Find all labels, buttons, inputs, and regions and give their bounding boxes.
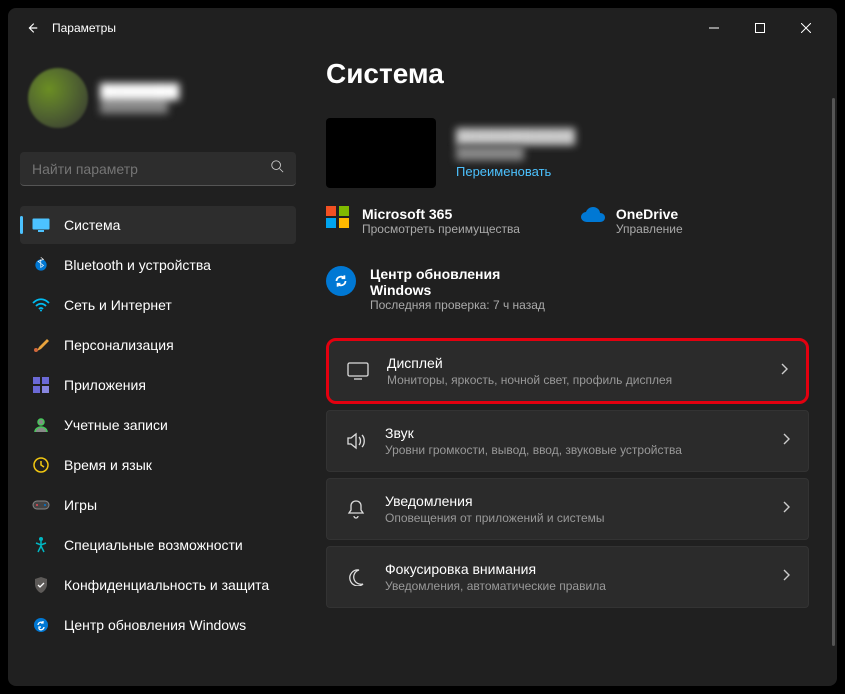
sidebar-item-apps[interactable]: Приложения [20, 366, 296, 404]
sidebar-item-accessibility[interactable]: Специальные возможности [20, 526, 296, 564]
profile-email: ████████ [100, 99, 179, 113]
bluetooth-icon [32, 256, 50, 274]
sidebar-item-windows-update[interactable]: Центр обновления Windows [20, 606, 296, 644]
promo-onedrive[interactable]: OneDrive Управление [580, 206, 683, 236]
sidebar-item-bluetooth[interactable]: Bluetooth и устройства [20, 246, 296, 284]
shield-icon [32, 576, 50, 594]
page-title: Система [326, 58, 809, 90]
card-notifications[interactable]: Уведомления Оповещения от приложений и с… [326, 478, 809, 540]
profile-block[interactable]: ████████ ████████ [20, 48, 296, 152]
card-sub: Уровни громкости, вывод, ввод, звуковые … [385, 443, 764, 457]
promo-title: Microsoft 365 [362, 206, 520, 222]
windows-update-block[interactable]: Центр обновления Windows Последняя прове… [326, 266, 809, 312]
card-sound[interactable]: Звук Уровни громкости, вывод, ввод, звук… [326, 410, 809, 472]
promo-title: OneDrive [616, 206, 683, 222]
promo-sub: Просмотреть преимущества [362, 222, 520, 236]
card-sub: Оповещения от приложений и системы [385, 511, 764, 525]
sidebar-item-label: Приложения [64, 377, 146, 393]
card-title: Дисплей [387, 355, 762, 371]
maximize-button[interactable] [737, 12, 783, 44]
sidebar-item-network[interactable]: Сеть и Интернет [20, 286, 296, 324]
sidebar-item-label: Конфиденциальность и защита [64, 577, 269, 593]
monitor-icon [347, 360, 369, 382]
back-button[interactable] [16, 12, 48, 44]
sidebar-item-label: Центр обновления Windows [64, 617, 246, 633]
nav: Система Bluetooth и устройства Сеть и Ин… [20, 206, 296, 644]
card-sub: Уведомления, автоматические правила [385, 579, 764, 593]
moon-icon [345, 566, 367, 588]
chevron-right-icon [780, 362, 788, 380]
sidebar: ████████ ████████ Система Bluetooth и ус… [8, 48, 308, 686]
device-thumbnail [326, 118, 436, 188]
sidebar-item-label: Время и язык [64, 457, 152, 473]
sidebar-item-system[interactable]: Система [20, 206, 296, 244]
sidebar-item-label: Сеть и Интернет [64, 297, 172, 313]
sidebar-item-label: Учетные записи [64, 417, 168, 433]
sidebar-item-gaming[interactable]: Игры [20, 486, 296, 524]
microsoft-logo-icon [326, 206, 350, 230]
accessibility-icon [32, 536, 50, 554]
sidebar-item-label: Игры [64, 497, 97, 513]
sidebar-item-time-language[interactable]: Время и язык [20, 446, 296, 484]
clock-globe-icon [32, 456, 50, 474]
wifi-icon [32, 296, 50, 314]
card-title: Уведомления [385, 493, 764, 509]
card-title: Фокусировка внимания [385, 561, 764, 577]
minimize-button[interactable] [691, 12, 737, 44]
scrollbar[interactable] [832, 98, 835, 646]
promo-m365[interactable]: Microsoft 365 Просмотреть преимущества [326, 206, 520, 236]
close-button[interactable] [783, 12, 829, 44]
person-icon [32, 416, 50, 434]
search-input[interactable] [32, 161, 270, 177]
device-model: ████████ [456, 146, 575, 160]
settings-window: Параметры ████████ ████████ [8, 8, 837, 686]
device-name: ████████████ [456, 128, 575, 144]
update-title: Центр обновления Windows [370, 266, 540, 298]
close-icon [801, 23, 811, 33]
sidebar-item-label: Персонализация [64, 337, 174, 353]
bell-icon [345, 498, 367, 520]
sidebar-item-personalization[interactable]: Персонализация [20, 326, 296, 364]
profile-name: ████████ [100, 83, 179, 99]
onedrive-icon [580, 206, 604, 230]
display-icon [32, 216, 50, 234]
titlebar: Параметры [8, 8, 837, 48]
apps-icon [32, 376, 50, 394]
card-sub: Мониторы, яркость, ночной свет, профиль … [387, 373, 762, 387]
avatar [28, 68, 88, 128]
chevron-right-icon [782, 568, 790, 586]
chevron-right-icon [782, 500, 790, 518]
card-focus-assist[interactable]: Фокусировка внимания Уведомления, автома… [326, 546, 809, 608]
minimize-icon [709, 23, 719, 33]
device-block: ████████████ ████████ Переименовать [326, 118, 809, 188]
update-icon [32, 616, 50, 634]
arrow-left-icon [25, 21, 39, 35]
window-title: Параметры [52, 21, 116, 35]
card-title: Звук [385, 425, 764, 441]
search-icon [270, 159, 284, 178]
update-sub: Последняя проверка: 7 ч назад [370, 298, 545, 312]
sidebar-item-privacy[interactable]: Конфиденциальность и защита [20, 566, 296, 604]
brush-icon [32, 336, 50, 354]
search-box[interactable] [20, 152, 296, 186]
sidebar-item-accounts[interactable]: Учетные записи [20, 406, 296, 444]
maximize-icon [755, 23, 765, 33]
sound-icon [345, 430, 367, 452]
gamepad-icon [32, 496, 50, 514]
card-display[interactable]: Дисплей Мониторы, яркость, ночной свет, … [326, 338, 809, 404]
sidebar-item-label: Система [64, 217, 120, 233]
main-panel: Система ████████████ ████████ Переименов… [308, 48, 837, 686]
chevron-right-icon [782, 432, 790, 450]
update-icon [326, 266, 356, 296]
sidebar-item-label: Специальные возможности [64, 537, 243, 553]
sidebar-item-label: Bluetooth и устройства [64, 257, 211, 273]
promo-sub: Управление [616, 222, 683, 236]
rename-link[interactable]: Переименовать [456, 164, 575, 179]
